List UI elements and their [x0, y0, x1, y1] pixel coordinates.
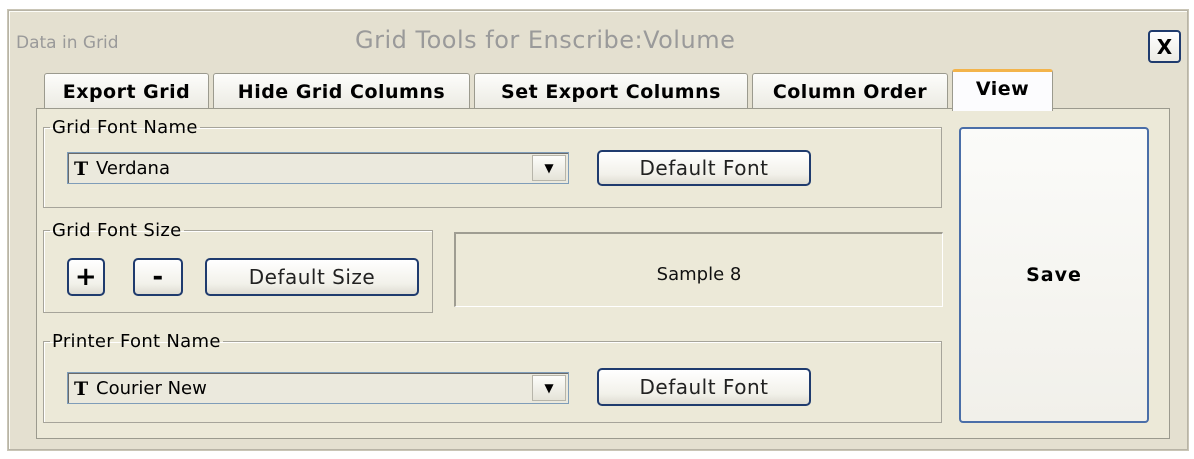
- tab-view[interactable]: View: [952, 69, 1053, 111]
- chevron-down-icon[interactable]: ▼: [532, 375, 566, 401]
- chevron-down-icon[interactable]: ▼: [532, 155, 566, 181]
- printer-font-name-legend: Printer Font Name: [52, 331, 221, 352]
- grid-font-name-legend: Grid Font Name: [52, 117, 198, 138]
- printer-font-name-select[interactable]: T Courier New ▼: [67, 372, 569, 404]
- view-tab-panel: Grid Font Name T Verdana ▼ Default Font …: [36, 108, 1170, 439]
- window-title: Grid Tools for Enscribe:Volume: [355, 26, 736, 54]
- printer-font-name-value: Courier New: [96, 378, 207, 399]
- increase-font-size-button[interactable]: +: [67, 258, 105, 296]
- font-sample-preview: Sample 8: [454, 232, 943, 307]
- grid-font-size-legend: Grid Font Size: [52, 220, 182, 241]
- decrease-font-size-button[interactable]: -: [133, 258, 183, 296]
- window-left-title: Data in Grid: [16, 33, 119, 53]
- tab-set-export-columns[interactable]: Set Export Columns: [474, 73, 748, 109]
- printer-default-font-button[interactable]: Default Font: [597, 368, 811, 406]
- grid-font-name-select[interactable]: T Verdana ▼: [67, 152, 569, 184]
- save-button[interactable]: Save: [959, 127, 1149, 423]
- font-icon: T: [74, 158, 89, 180]
- font-icon: T: [74, 378, 89, 400]
- grid-font-name-value: Verdana: [96, 158, 170, 179]
- grid-default-font-button[interactable]: Default Font: [597, 150, 811, 186]
- tab-column-order[interactable]: Column Order: [752, 73, 948, 109]
- tab-hide-grid-columns[interactable]: Hide Grid Columns: [213, 73, 470, 109]
- close-button[interactable]: X: [1148, 30, 1181, 63]
- tab-export-grid[interactable]: Export Grid: [44, 73, 209, 109]
- sample-text: Sample 8: [656, 264, 742, 285]
- default-size-button[interactable]: Default Size: [205, 258, 419, 296]
